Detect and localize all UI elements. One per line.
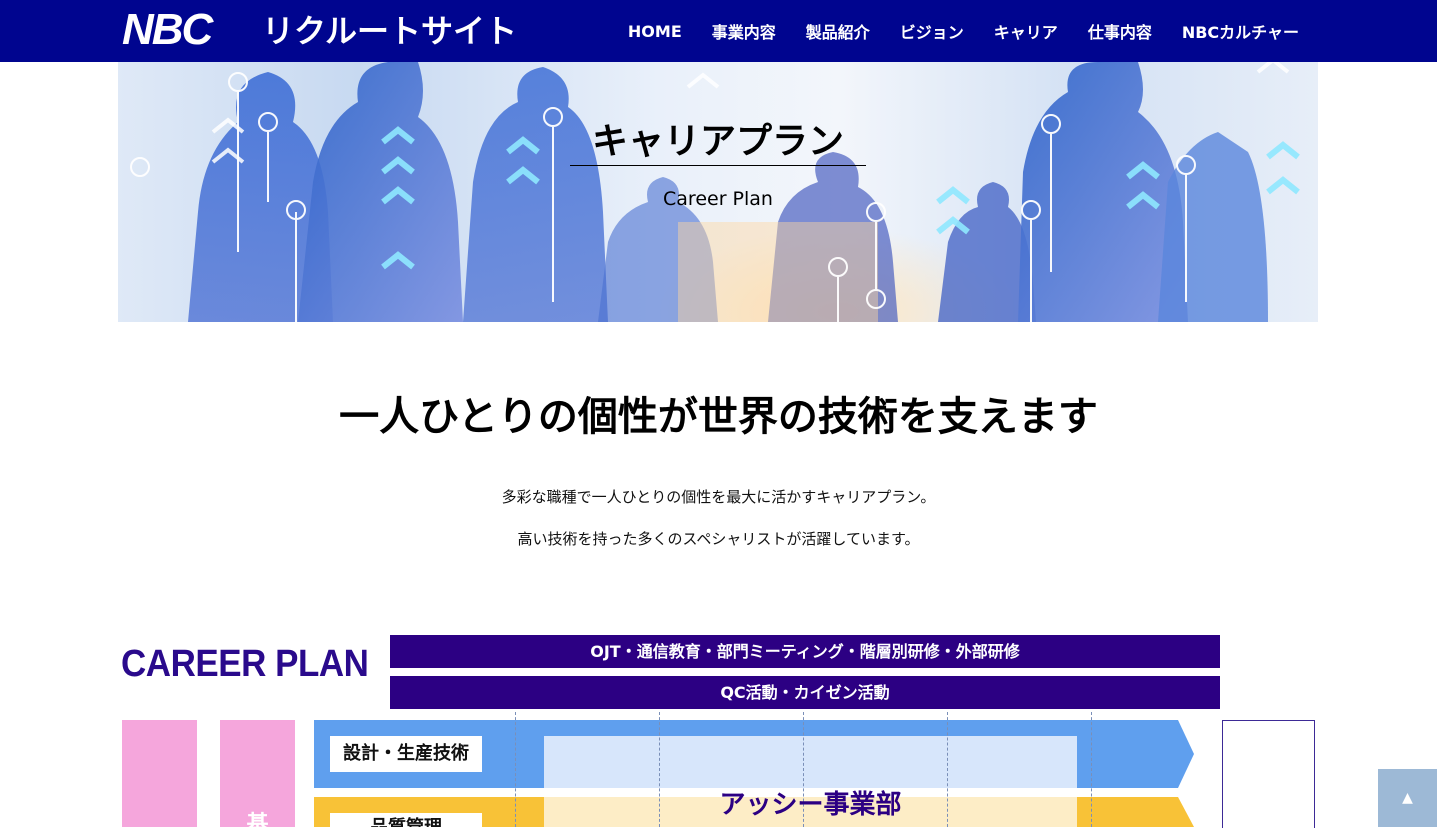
back-to-top-button[interactable]: ▲ xyxy=(1378,769,1437,827)
career-plan-title: CAREER PLAN xyxy=(121,643,369,685)
nav-jobs[interactable]: 仕事内容 xyxy=(1088,19,1152,43)
design-track-arrow xyxy=(1178,720,1194,788)
stage-column-2-label: 基 xyxy=(246,812,269,837)
main-nav: HOME 事業内容 製品紹介 ビジョン キャリア 仕事内容 NBCカルチャー xyxy=(598,0,1299,62)
department-block-top xyxy=(544,736,1077,788)
design-track-label: 設計・生産技術 xyxy=(330,736,482,772)
quality-track-label: 品質管理 xyxy=(330,813,482,827)
hero-divider xyxy=(570,165,866,166)
quality-track-arrow xyxy=(1178,797,1194,827)
site-title[interactable]: リクルートサイト xyxy=(262,11,517,51)
stage-column-1 xyxy=(122,720,197,827)
training-bar: OJT・通信教育・部門ミーティング・階層別研修・外部研修 xyxy=(390,635,1220,668)
nav-culture[interactable]: NBCカルチャー xyxy=(1182,19,1299,43)
outline-column xyxy=(1222,720,1315,828)
hero-subtitle: Career Plan xyxy=(663,188,773,210)
section-headline: 一人ひとりの個性が世界の技術を支えます xyxy=(339,394,1098,440)
nav-products[interactable]: 製品紹介 xyxy=(806,19,870,43)
nav-vision[interactable]: ビジョン xyxy=(900,19,964,43)
grid-divider xyxy=(515,712,516,827)
site-header: NBC リクルートサイト HOME 事業内容 製品紹介 ビジョン キャリア 仕事… xyxy=(0,0,1437,62)
department-label: アッシー事業部 xyxy=(719,790,902,820)
grid-divider xyxy=(1091,712,1092,827)
intro-text-line-2: 高い技術を持った多くのスペシャリストが活躍しています。 xyxy=(517,530,920,548)
nbc-logo[interactable]: NBC xyxy=(122,8,213,52)
hero-banner: キャリアプラン Career Plan xyxy=(118,62,1318,322)
nav-home[interactable]: HOME xyxy=(628,22,682,41)
qc-activity-bar: QC活動・カイゼン活動 xyxy=(390,676,1220,709)
arrow-up-icon: ▲ xyxy=(1402,790,1413,806)
nav-career[interactable]: キャリア xyxy=(994,19,1058,43)
stage-column-2: 基 xyxy=(220,720,295,837)
nav-business[interactable]: 事業内容 xyxy=(712,19,776,43)
hero-title: キャリアプラン xyxy=(591,121,844,162)
intro-text-line-1: 多彩な職種で一人ひとりの個性を最大に活かすキャリアプラン。 xyxy=(501,488,936,506)
